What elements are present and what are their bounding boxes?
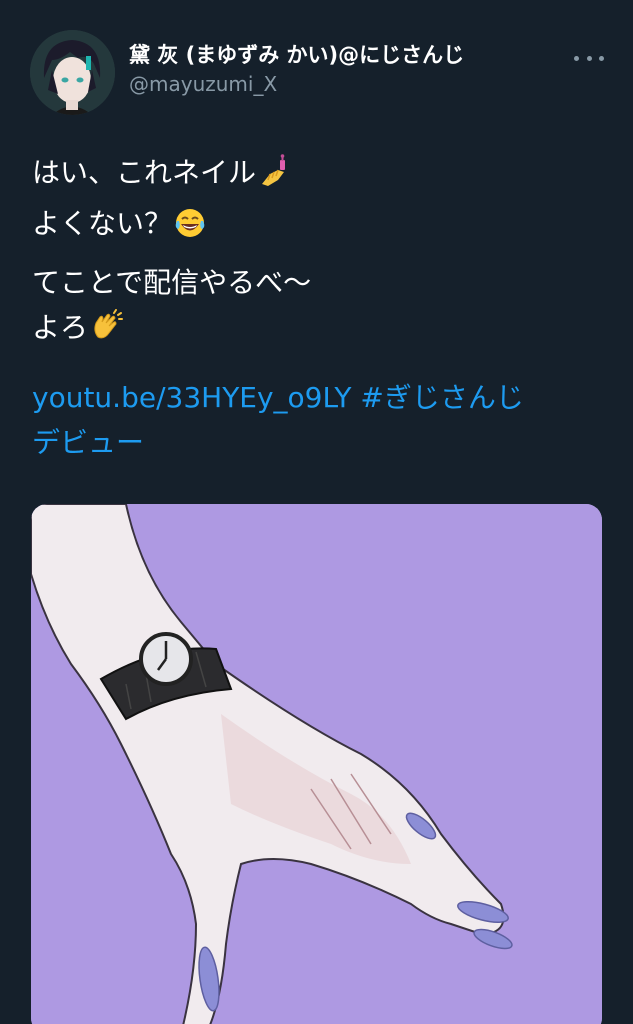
laughing-tears-icon xyxy=(174,207,206,252)
tweet-text-line-2: よくない？ xyxy=(32,201,292,252)
tweet-text-line-4: よろ xyxy=(32,305,311,356)
hashtag-link-part-1[interactable]: #ぎじさんじ xyxy=(360,381,523,414)
line-3-text: てことで配信やるべ〜 xyxy=(32,266,312,299)
tweet-text-paragraph-1: はい、これネイル よくない？ xyxy=(32,150,292,252)
avatar-image xyxy=(30,30,115,115)
line-2-text: よくない？ xyxy=(32,207,173,240)
display-name[interactable]: 黛 灰 (まゆずみ かい)@にじさんじ xyxy=(129,40,464,70)
line-4-text: よろ xyxy=(32,311,89,344)
handle[interactable]: @mayuzumi_X xyxy=(129,70,464,98)
avatar[interactable] xyxy=(30,30,115,115)
tweet-text-line-1: はい、これネイル xyxy=(32,150,292,201)
tweet-text-paragraph-2: てことで配信やるべ〜 よろ xyxy=(32,260,311,356)
hand-illustration xyxy=(31,504,602,1024)
hashtag-link-part-2[interactable]: デビュー xyxy=(32,426,144,459)
tweet-links: youtu.be/33HYEy_o9LY #ぎじさんじ デビュー xyxy=(32,375,524,465)
nail-polish-icon xyxy=(258,154,292,201)
line-1-text: はい、これネイル xyxy=(32,156,257,189)
video-link[interactable]: youtu.be/33HYEy_o9LY xyxy=(32,381,351,414)
tweet-links-line-1: youtu.be/33HYEy_o9LY #ぎじさんじ xyxy=(32,375,524,420)
author-info: 黛 灰 (まゆずみ かい)@にじさんじ @mayuzumi_X xyxy=(129,40,464,98)
clapping-hands-icon xyxy=(90,309,124,356)
more-dots-icon[interactable] xyxy=(574,48,604,68)
tweet-media-image[interactable] xyxy=(31,504,602,1024)
tweet-card: 黛 灰 (まゆずみ かい)@にじさんじ @mayuzumi_X はい、これネイル… xyxy=(0,0,633,1024)
